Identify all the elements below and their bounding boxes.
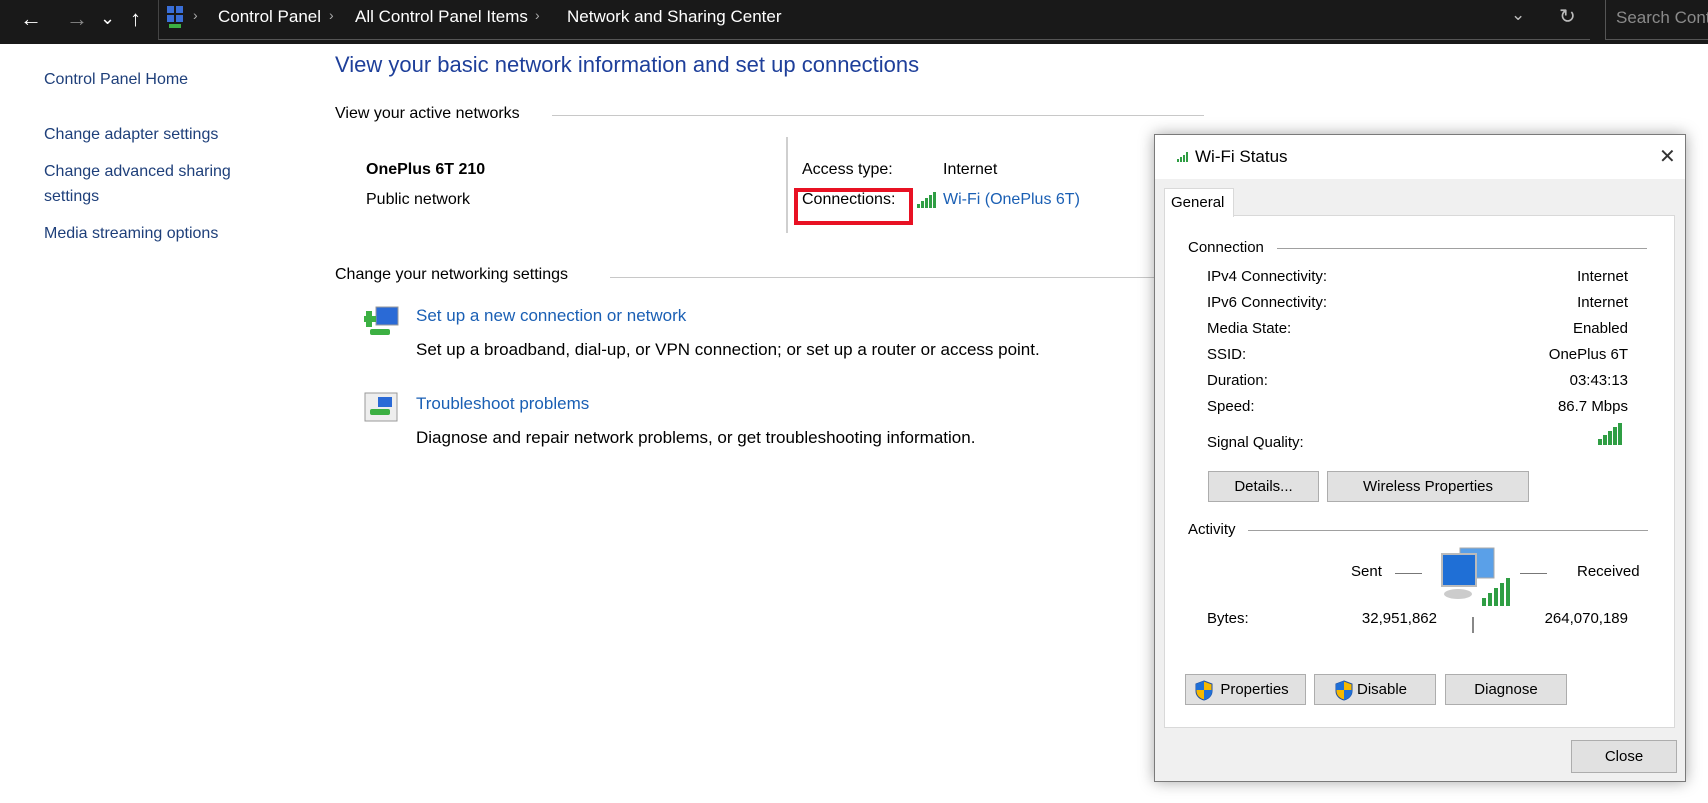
wifi-status-dialog: Wi-Fi Status ✕ General Connection IPv4 C… xyxy=(1154,134,1686,782)
media-state-value: Enabled xyxy=(1572,320,1628,337)
close-icon[interactable]: ✕ xyxy=(1659,144,1676,169)
page-title: View your basic network information and … xyxy=(335,52,920,77)
divider xyxy=(1248,530,1648,531)
received-line xyxy=(1520,573,1547,574)
sent-label: Sent xyxy=(1351,563,1382,580)
setup-connection-link[interactable]: Set up a new connection or network xyxy=(416,306,686,326)
breadcrumb-separator: › xyxy=(193,7,198,23)
properties-button[interactable]: Properties xyxy=(1185,674,1306,705)
search-placeholder: Search Cont xyxy=(1616,8,1708,27)
bytes-received-value: 264,070,189 xyxy=(1544,610,1628,627)
activity-tick xyxy=(1472,617,1474,633)
wifi-signal-icon xyxy=(1177,152,1188,162)
speed-label: Speed: xyxy=(1207,398,1255,415)
diagnose-button[interactable]: Diagnose xyxy=(1445,674,1567,705)
troubleshoot-icon xyxy=(364,392,400,424)
details-button[interactable]: Details... xyxy=(1208,471,1319,502)
activity-heading: Activity xyxy=(1188,521,1236,538)
general-tab-panel: Connection IPv4 Connectivity: Internet I… xyxy=(1164,215,1675,728)
network-computers-icon xyxy=(1438,546,1514,612)
sidebar-item-change-adapter-settings[interactable]: Change adapter settings xyxy=(44,126,218,144)
duration-value: 03:43:13 xyxy=(1569,372,1628,389)
network-name: OnePlus 6T 210 xyxy=(366,161,486,178)
disable-label: Disable xyxy=(1356,681,1408,698)
wifi-connection-link[interactable]: Wi-Fi (OnePlus 6T) xyxy=(943,191,1080,209)
close-button[interactable]: Close xyxy=(1571,740,1677,773)
signal-bar xyxy=(1613,427,1617,445)
bytes-label: Bytes: xyxy=(1207,610,1249,627)
breadcrumb-all-items[interactable]: All Control Panel Items xyxy=(355,7,528,27)
speed-value: 86.7 Mbps xyxy=(1557,398,1628,415)
media-state-label: Media State: xyxy=(1207,320,1292,337)
bytes-sent-value: 32,951,862 xyxy=(1361,610,1437,627)
ipv4-label: IPv4 Connectivity: xyxy=(1207,268,1328,285)
signal-bar xyxy=(1598,439,1602,445)
setup-connection-description: Set up a broadband, dial-up, or VPN conn… xyxy=(416,340,1040,359)
breadcrumb-separator: › xyxy=(329,7,334,23)
control-panel-icon xyxy=(165,4,185,30)
address-dropdown-icon[interactable]: ⌄ xyxy=(1511,5,1525,25)
breadcrumb-separator: › xyxy=(535,7,540,23)
divider xyxy=(1277,248,1647,249)
breadcrumb-control-panel[interactable]: Control Panel xyxy=(218,7,321,27)
wireless-properties-button[interactable]: Wireless Properties xyxy=(1327,471,1529,502)
access-type-value: Internet xyxy=(943,161,998,178)
connection-heading: Connection xyxy=(1188,239,1264,256)
properties-label: Properties xyxy=(1220,681,1289,698)
divider xyxy=(610,277,1170,278)
duration-label: Duration: xyxy=(1207,372,1268,389)
sent-line xyxy=(1395,573,1422,574)
sidebar-item-change-advanced-sharing[interactable]: Change advanced sharing xyxy=(44,163,231,181)
ipv6-label: IPv6 Connectivity: xyxy=(1207,294,1328,311)
ssid-value: OnePlus 6T xyxy=(1548,346,1628,363)
sidebar-item-control-panel-home[interactable]: Control Panel Home xyxy=(44,71,188,89)
ipv4-value: Internet xyxy=(1577,268,1628,285)
access-type-label: Access type: xyxy=(802,161,893,178)
troubleshoot-description: Diagnose and repair network problems, or… xyxy=(416,428,976,447)
signal-quality-label: Signal Quality: xyxy=(1207,434,1304,451)
uac-shield-icon xyxy=(1195,680,1213,711)
connections-label: Connections: xyxy=(802,191,896,208)
divider xyxy=(552,115,1204,116)
dialog-title: Wi-Fi Status xyxy=(1195,147,1288,166)
forward-button[interactable]: → xyxy=(66,6,88,32)
received-label: Received xyxy=(1577,563,1640,580)
signal-bar xyxy=(1618,423,1622,445)
signal-bar xyxy=(1608,431,1612,445)
ssid-label: SSID: xyxy=(1207,346,1247,363)
dialog-title-bar[interactable]: Wi-Fi Status ✕ xyxy=(1155,135,1685,179)
search-box[interactable]: Search Cont xyxy=(1605,0,1708,40)
disable-button[interactable]: Disable xyxy=(1314,674,1436,705)
tab-general[interactable]: General xyxy=(1164,188,1234,217)
ipv6-value: Internet xyxy=(1577,294,1628,311)
back-button[interactable]: ← xyxy=(20,6,42,32)
breadcrumb-network-sharing[interactable]: Network and Sharing Center xyxy=(567,7,782,27)
up-button[interactable]: ↑ xyxy=(130,6,141,32)
sidebar-item-change-advanced-sharing-cont[interactable]: settings xyxy=(44,188,99,206)
signal-bar xyxy=(1603,435,1607,445)
active-networks-heading: View your active networks xyxy=(335,105,520,122)
vertical-divider xyxy=(786,137,788,233)
uac-shield-icon xyxy=(1335,680,1353,711)
address-bar[interactable]: › Control Panel › All Control Panel Item… xyxy=(158,0,1590,40)
signal-quality-icon xyxy=(1598,423,1622,445)
sidebar-item-media-streaming[interactable]: Media streaming options xyxy=(44,225,218,243)
refresh-icon[interactable]: ↻ xyxy=(1559,4,1576,29)
new-connection-icon xyxy=(364,303,402,339)
wifi-signal-icon xyxy=(917,192,936,208)
recent-locations-button[interactable]: ⌄ xyxy=(100,8,115,29)
troubleshoot-link[interactable]: Troubleshoot problems xyxy=(416,394,589,414)
address-toolbar: ← → ⌄ ↑ › Control Panel › All Control Pa… xyxy=(0,0,1708,44)
network-type[interactable]: Public network xyxy=(366,191,470,209)
networking-settings-heading: Change your networking settings xyxy=(335,266,569,283)
